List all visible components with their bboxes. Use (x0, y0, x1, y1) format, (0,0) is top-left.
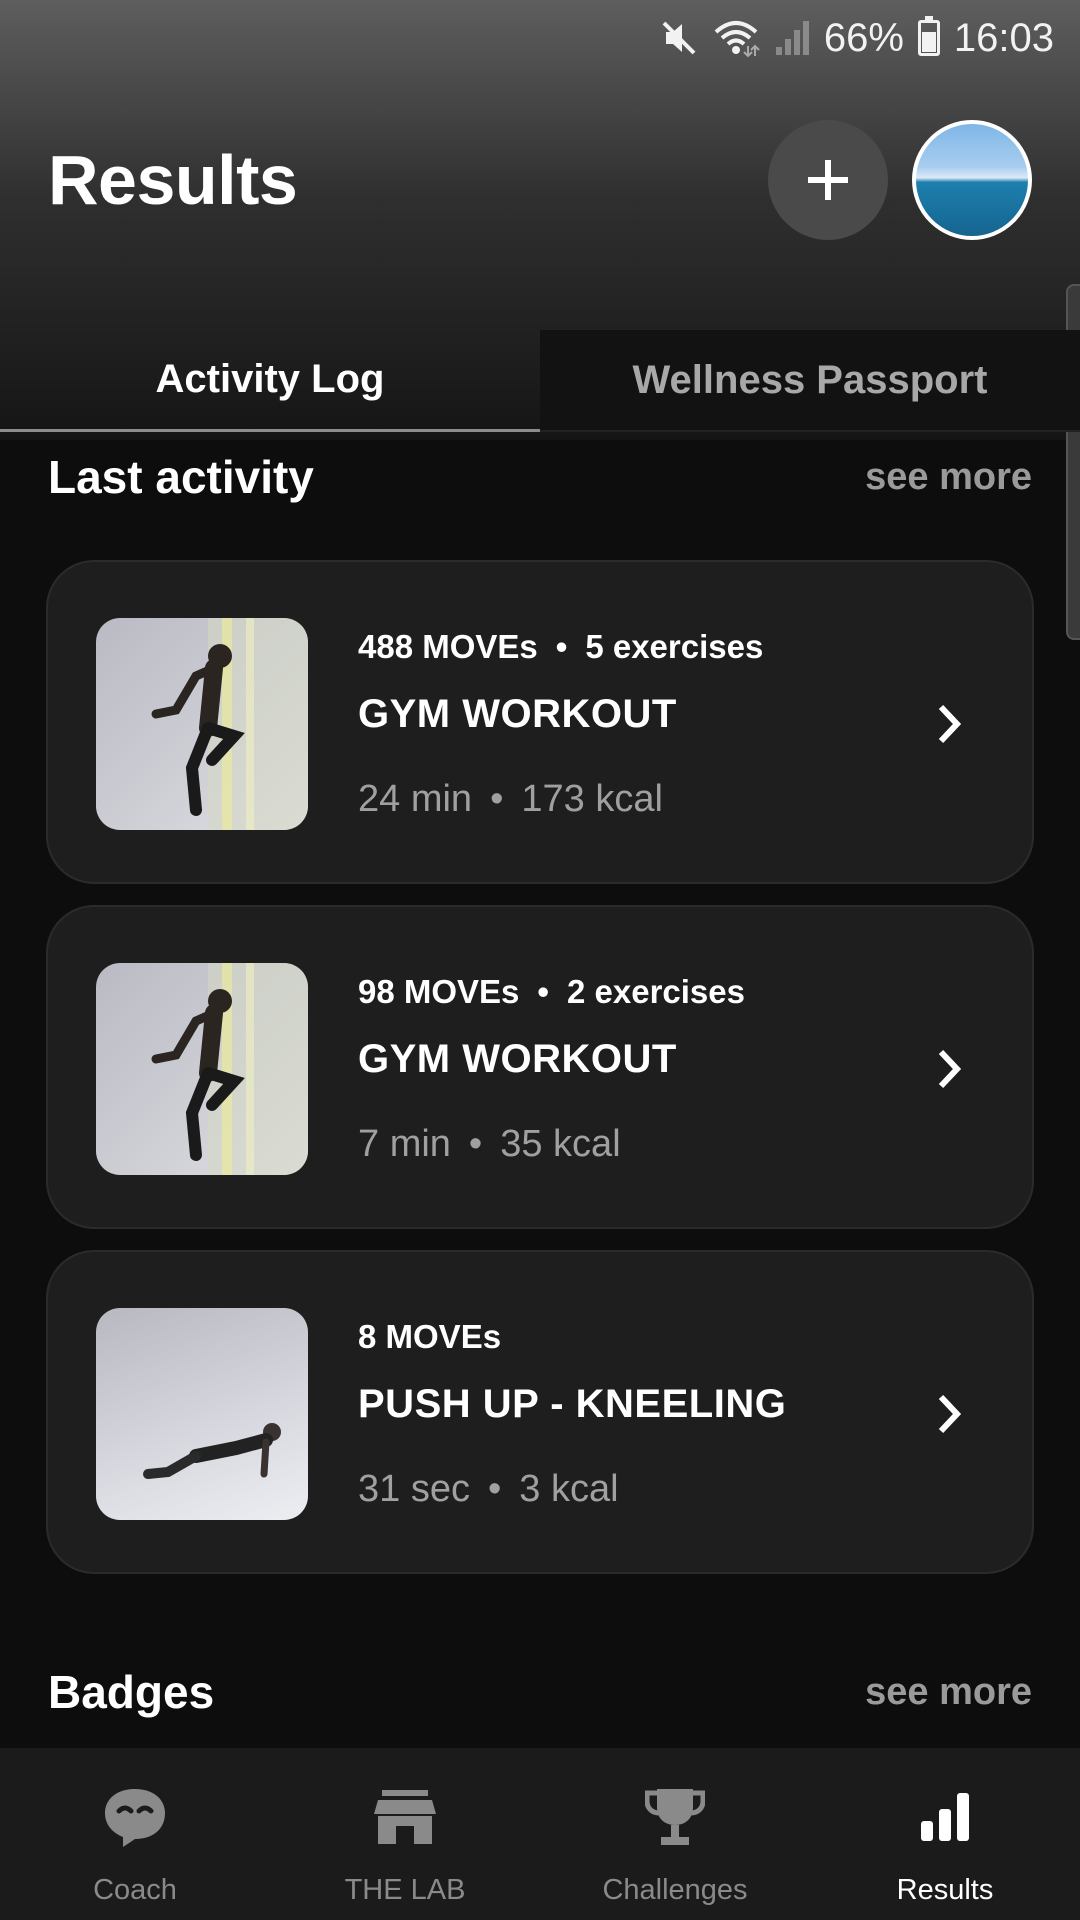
wifi-icon (712, 18, 760, 58)
last-activity-header: Last activity see more (48, 450, 1032, 504)
moves-count: 8 MOVEs (358, 1318, 502, 1355)
badges-header: Badges see more (48, 1665, 1032, 1719)
calories: 35 kcal (500, 1123, 621, 1165)
nav-challenges[interactable]: Challenges (540, 1748, 810, 1920)
activity-card[interactable]: 98 MOVEs • 2 exercises GYM WORKOUT 7 min • 3… (46, 905, 1034, 1229)
chevron-right-icon (930, 1045, 970, 1093)
card-stats: 24 min • 173 kcal (358, 778, 663, 820)
card-title: GYM WORKOUT (358, 692, 677, 736)
plus-icon (808, 160, 848, 200)
avatar[interactable] (912, 120, 1032, 240)
add-button[interactable] (768, 120, 888, 240)
chat-bubble-icon (100, 1784, 170, 1850)
bottom-navigation: Coach THE LAB Challenges Results (0, 1748, 1080, 1920)
nav-results[interactable]: Results (810, 1748, 1080, 1920)
moves-count: 488 MOVEs (358, 628, 538, 665)
duration: 24 min (358, 778, 473, 820)
card-meta: 98 MOVEs • 2 exercises (358, 973, 745, 1010)
card-meta: 8 MOVEs (358, 1318, 501, 1356)
activity-card[interactable]: 8 MOVEs PUSH UP - KNEELING 31 sec • 3 kcal (46, 1250, 1034, 1574)
nav-label: Coach (93, 1874, 177, 1906)
nav-coach[interactable]: Coach (0, 1748, 270, 1920)
card-title: PUSH UP - KNEELING (358, 1382, 787, 1426)
store-icon (370, 1784, 440, 1850)
workout-image (96, 1308, 308, 1520)
trophy-icon (640, 1784, 710, 1850)
clock: 16:03 (953, 15, 1054, 60)
calories: 173 kcal (521, 778, 663, 820)
battery-icon (917, 16, 940, 56)
see-more-link[interactable]: see more (865, 456, 1032, 499)
page-title: Results (48, 141, 298, 219)
nav-the-lab[interactable]: THE LAB (270, 1748, 540, 1920)
moves-count: 98 MOVEs (358, 973, 520, 1010)
nav-label: Challenges (602, 1874, 748, 1906)
activity-card[interactable]: 488 MOVEs • 5 exercises GYM WORKOUT 24 min… (46, 560, 1034, 884)
card-title: GYM WORKOUT (358, 1037, 677, 1081)
tab-bar: Activity Log Wellness Passport (0, 330, 1080, 432)
see-more-link[interactable]: see more (865, 1671, 1032, 1714)
workout-image (96, 963, 308, 1175)
battery-percent: 66% (823, 15, 904, 60)
duration: 31 sec (358, 1468, 470, 1510)
bar-chart-icon (910, 1784, 980, 1850)
chevron-right-icon (930, 700, 970, 748)
card-stats: 7 min • 35 kcal (358, 1123, 621, 1165)
section-title: Badges (48, 1666, 215, 1718)
exercise-count: 2 exercises (566, 973, 745, 1010)
section-title: Last activity (48, 451, 314, 503)
workout-image (96, 618, 308, 830)
chevron-right-icon (930, 1390, 970, 1438)
calories: 3 kcal (519, 1468, 619, 1510)
card-stats: 31 sec • 3 kcal (358, 1468, 619, 1510)
signal-icon (774, 19, 810, 57)
tab-wellness-passport[interactable]: Wellness Passport (540, 330, 1080, 432)
status-bar: 66% 16:03 (0, 0, 1080, 76)
card-meta: 488 MOVEs • 5 exercises (358, 628, 764, 665)
duration: 7 min (358, 1123, 451, 1165)
mute-icon (660, 19, 698, 57)
tab-activity-log[interactable]: Activity Log (0, 330, 540, 432)
nav-label: THE LAB (344, 1874, 466, 1906)
exercise-count: 5 exercises (585, 628, 764, 665)
nav-label: Results (896, 1874, 994, 1906)
